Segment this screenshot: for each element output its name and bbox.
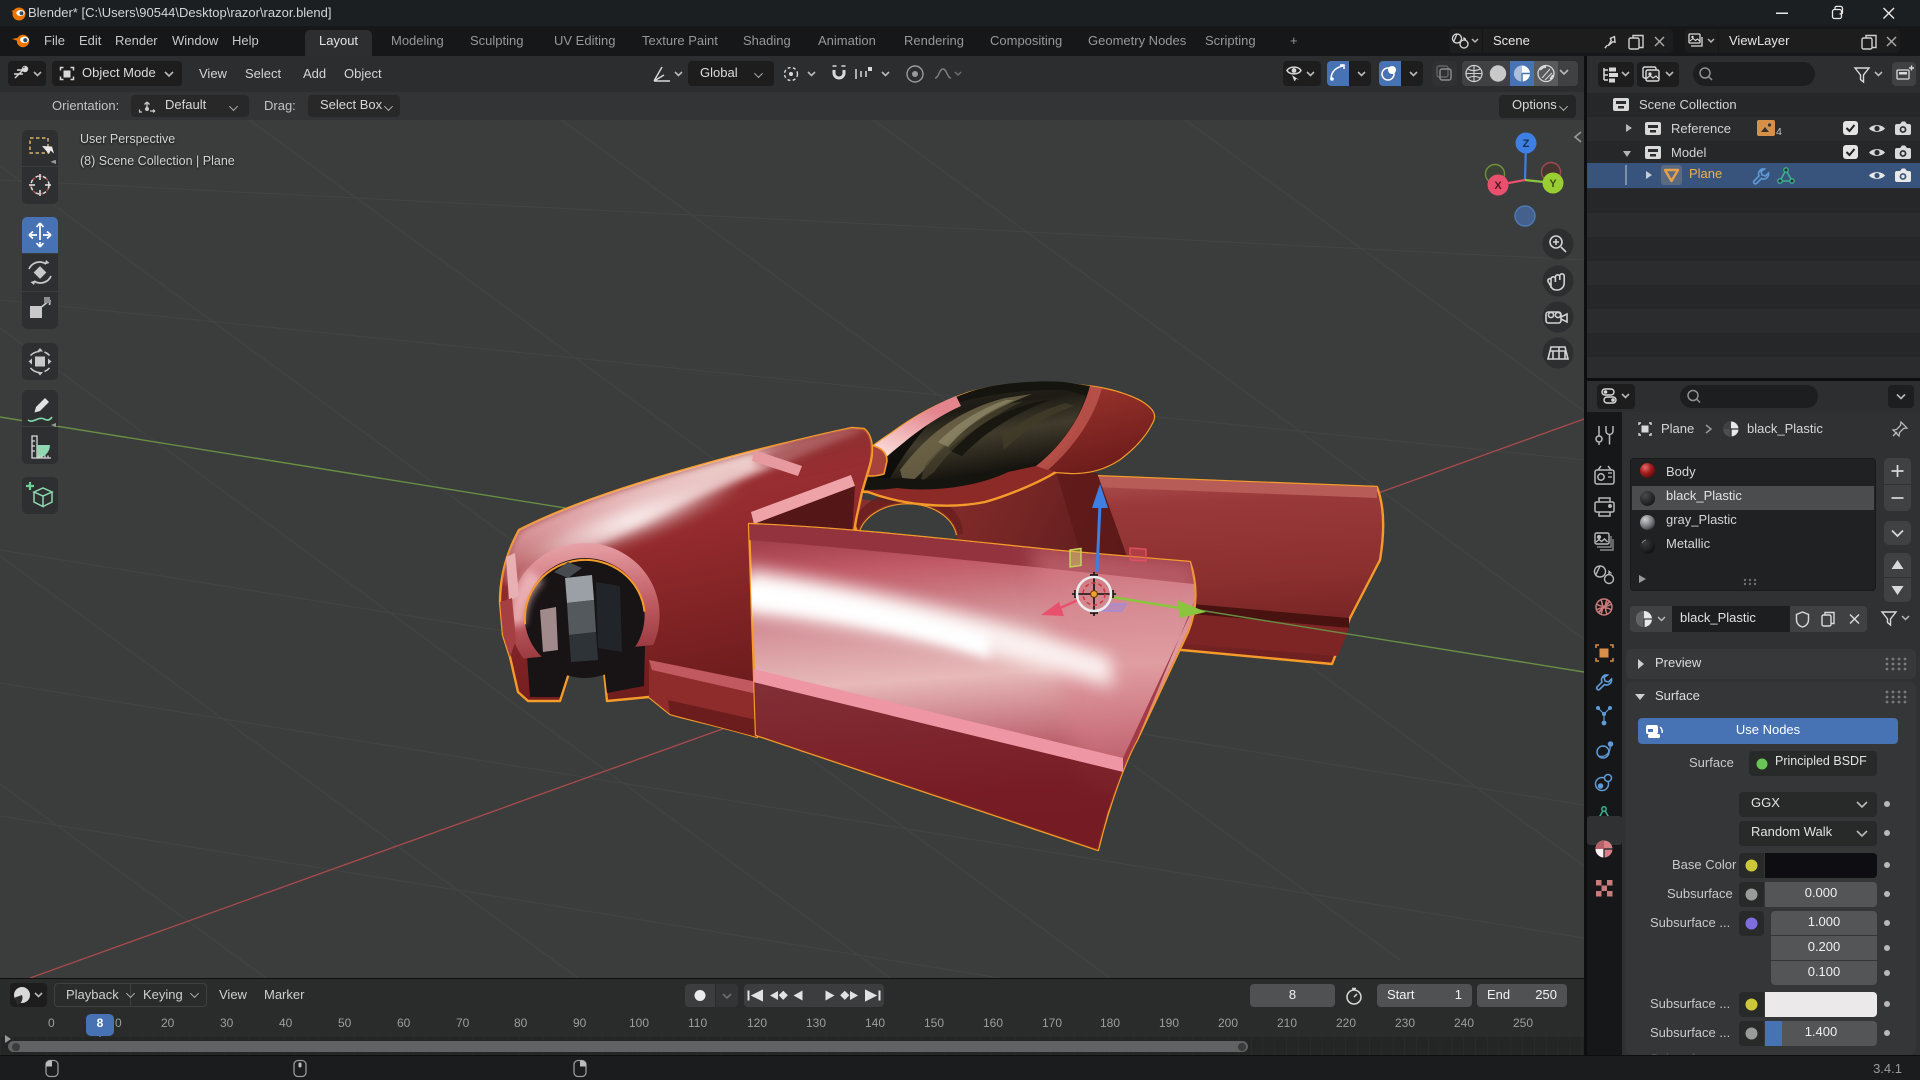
svg-text:X: X (1494, 180, 1502, 192)
svg-text:Z: Z (1523, 138, 1530, 150)
svg-text:Y: Y (1549, 178, 1557, 190)
